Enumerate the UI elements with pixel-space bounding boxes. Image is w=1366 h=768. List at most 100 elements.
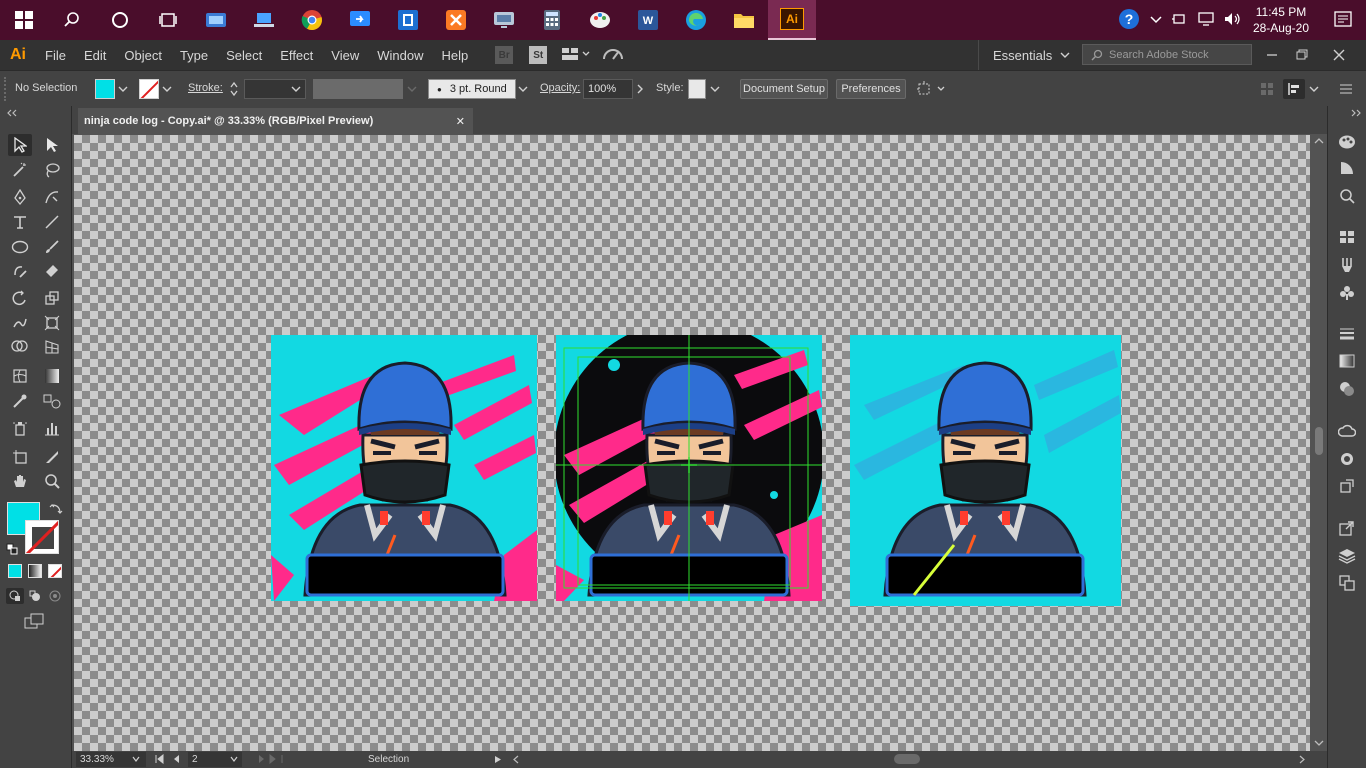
direct-selection-tool[interactable] (40, 134, 64, 156)
menu-edit[interactable]: Edit (84, 48, 106, 63)
libraries-button[interactable] (1336, 421, 1358, 443)
help-icon[interactable]: ? (1118, 8, 1140, 33)
color-panel-button[interactable] (1336, 131, 1358, 153)
arrange-documents-icon[interactable] (561, 47, 591, 64)
next-last-artboard-icons[interactable] (250, 754, 284, 764)
gradient-mode-button[interactable] (28, 564, 42, 578)
free-transform-tool[interactable] (40, 312, 64, 334)
gradient-tool[interactable] (40, 365, 64, 387)
first-previous-artboard-icons[interactable] (154, 754, 188, 764)
scale-tool[interactable] (40, 287, 64, 309)
blend-tool[interactable] (40, 390, 64, 412)
pen-tool[interactable] (8, 186, 32, 208)
draw-inside-icon[interactable] (49, 590, 61, 602)
menu-type[interactable]: Type (180, 48, 208, 63)
magic-wand-tool[interactable] (8, 159, 32, 181)
warp-tool[interactable] (8, 312, 32, 334)
fill-chevron-down-icon[interactable] (118, 85, 128, 93)
artboard-3-artwork[interactable] (850, 335, 1121, 606)
ellipse-tool[interactable] (8, 236, 32, 258)
color-guide-button[interactable] (1336, 157, 1358, 179)
menu-file[interactable]: File (45, 48, 66, 63)
asset-export-button[interactable] (1336, 475, 1358, 497)
shape-builder-tool[interactable] (8, 336, 32, 358)
default-fill-stroke-icon[interactable] (6, 543, 18, 555)
paintbrush-tool[interactable] (40, 236, 64, 258)
artboard-2-artwork[interactable] (554, 320, 824, 601)
menu-object[interactable]: Object (124, 48, 162, 63)
eraser-tool[interactable] (40, 260, 64, 282)
swatches-button[interactable] (1336, 226, 1358, 248)
graphic-style-swatch[interactable] (688, 79, 706, 99)
taskbar-app-2[interactable] (240, 0, 288, 40)
shaper-tool[interactable] (8, 260, 32, 282)
taskbar-clock[interactable]: 11:45 PM 28-Aug-20 (1253, 4, 1309, 36)
rotate-tool[interactable] (8, 287, 32, 309)
draw-normal-button[interactable] (6, 588, 24, 604)
status-menu-arrow-icon[interactable] (494, 755, 502, 764)
document-tab[interactable]: ninja code log - Copy.ai* @ 33.33% (RGB/… (78, 108, 473, 134)
taskbar-xampp[interactable] (432, 0, 480, 40)
style-chevron-down-icon[interactable] (710, 85, 720, 93)
panel-grip[interactable] (4, 77, 7, 101)
transparency-button[interactable] (1336, 378, 1358, 400)
expand-panels-icon[interactable] (1350, 109, 1362, 117)
gpu-performance-icon[interactable] (601, 45, 625, 66)
stroke-label[interactable]: Stroke: (188, 82, 223, 94)
opacity-label[interactable]: Opacity: (540, 82, 580, 94)
menu-help[interactable]: Help (441, 48, 468, 63)
profile-chevron-down-icon[interactable] (407, 85, 417, 93)
scroll-up-icon[interactable] (1314, 137, 1324, 145)
horizontal-scroll-thumb[interactable] (894, 754, 920, 764)
variable-width-profile[interactable] (313, 79, 403, 99)
document-setup-button[interactable]: Document Setup (740, 79, 828, 99)
draw-behind-icon[interactable] (29, 590, 41, 602)
taskbar-word[interactable]: W (624, 0, 672, 40)
curvature-tool[interactable] (40, 186, 64, 208)
artboards-button[interactable] (1336, 572, 1358, 594)
stroke-chevron-down-icon[interactable] (162, 85, 172, 93)
stroke-weight-field[interactable] (244, 79, 306, 99)
brushes-button[interactable] (1336, 254, 1358, 276)
control-menu-chevron-icon[interactable] (1309, 85, 1319, 93)
taskbar-edge[interactable] (672, 0, 720, 40)
close-window-button[interactable] (1333, 40, 1345, 70)
taskbar-chrome[interactable] (288, 0, 336, 40)
restore-button[interactable] (1296, 40, 1308, 70)
bridge-icon[interactable]: Br (495, 46, 514, 64)
change-screen-mode-icon[interactable] (24, 613, 46, 629)
grid-icon[interactable] (1260, 82, 1274, 96)
opacity-chevron-right-icon[interactable] (636, 84, 644, 94)
mesh-tool[interactable] (8, 365, 32, 387)
zoom-tool[interactable] (40, 470, 64, 492)
stroke-weight-stepper[interactable] (229, 80, 239, 98)
artboard-canvas[interactable] (74, 135, 1310, 751)
slice-tool[interactable] (40, 446, 64, 468)
preferences-button[interactable]: Preferences (836, 79, 906, 99)
perspective-grid-tool[interactable] (40, 336, 64, 358)
taskbar-search-button[interactable] (48, 0, 96, 40)
workspace-switcher[interactable]: Essentials (978, 40, 1070, 70)
artboard-chevron-down-icon[interactable] (230, 756, 238, 762)
color-mode-button[interactable] (8, 564, 22, 578)
windows-start-button[interactable] (0, 0, 48, 40)
task-view-button[interactable] (144, 0, 192, 40)
collapse-panel-icon[interactable] (6, 109, 18, 117)
scroll-down-icon[interactable] (1314, 739, 1324, 747)
cortana-button[interactable] (96, 0, 144, 40)
select-similar-icon[interactable] (916, 80, 946, 98)
taskbar-illustrator[interactable]: Ai (768, 0, 816, 40)
panel-menu-icon[interactable] (1334, 83, 1358, 95)
hand-tool[interactable] (8, 470, 32, 492)
lasso-tool[interactable] (40, 159, 64, 181)
scroll-left-icon[interactable] (512, 755, 520, 764)
zoom-chevron-down-icon[interactable] (132, 756, 140, 762)
taskbar-app-5[interactable] (480, 0, 528, 40)
menu-effect[interactable]: Effect (280, 48, 313, 63)
stock-icon[interactable]: St (529, 46, 548, 64)
gradient-panel-button[interactable] (1336, 350, 1358, 372)
volume-icon[interactable] (1224, 12, 1242, 29)
appearance-button[interactable] (1336, 185, 1358, 207)
brush-definition[interactable]: ● 3 pt. Round (428, 79, 516, 99)
layers-button[interactable] (1336, 545, 1358, 567)
